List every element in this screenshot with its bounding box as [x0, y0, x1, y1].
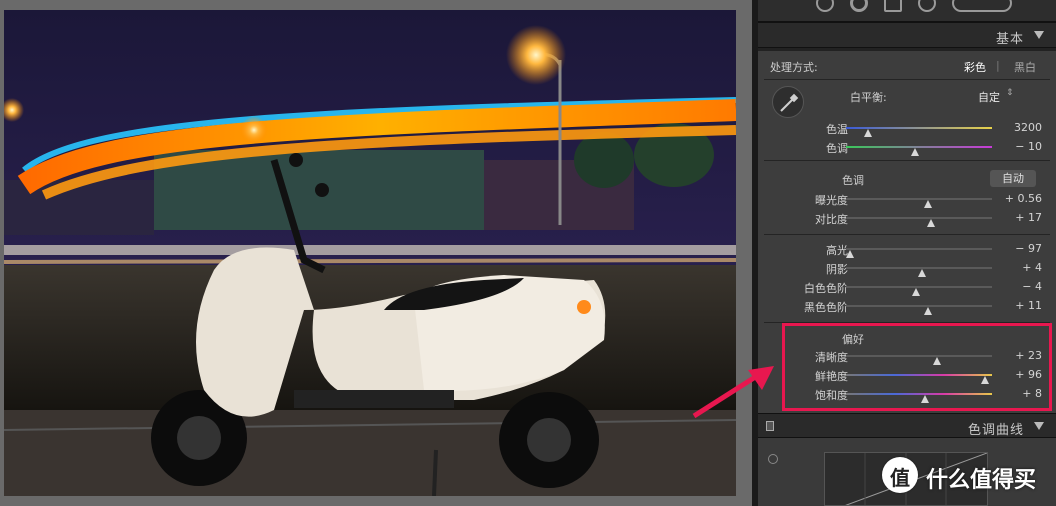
slider-row[interactable]: 白色色阶 − 4 [758, 280, 1056, 296]
basic-section-title: 基本 [995, 32, 1024, 47]
treatment-label: 处理方式: [770, 61, 818, 74]
auto-tone-button[interactable]: 自动 [990, 170, 1036, 187]
collapse-triangle-icon[interactable] [1034, 422, 1044, 430]
watermark-logo: 值 [882, 457, 918, 493]
slider-track[interactable] [846, 267, 992, 277]
slider-row[interactable]: 色调 − 10 [758, 140, 1056, 156]
slider-value[interactable]: + 4 [1002, 261, 1042, 274]
slider-thumb[interactable] [846, 250, 855, 258]
slider-row[interactable]: 高光 − 97 [758, 242, 1056, 258]
divider [764, 160, 1050, 161]
radial-filter-icon[interactable] [918, 0, 936, 12]
eyedropper-icon [780, 93, 799, 112]
white-balance-select[interactable]: 自定 [978, 89, 1000, 105]
slider-value[interactable]: − 97 [1002, 242, 1042, 255]
slider-track[interactable] [846, 248, 992, 258]
slider-track[interactable] [846, 198, 992, 208]
watermark-text: 什么值得买 [926, 468, 1037, 493]
treatment-separator: | [996, 59, 1000, 72]
tone-label: 色调 [842, 174, 864, 187]
develop-panel: 基本 处理方式: 彩色 | 黑白 白平衡: 自定 ⇕ 色温 3200 色调 − 10 … [752, 0, 1056, 506]
slider-track[interactable] [846, 286, 992, 296]
slider-label: 曝光度 [815, 194, 848, 207]
slider-label: 黑色色阶 [804, 301, 848, 314]
treatment-bw-option[interactable]: 黑白 [1014, 59, 1036, 75]
tone-curve-section-header[interactable]: 色调曲线 [758, 413, 1056, 438]
slider-row[interactable]: 黑色色阶 + 11 [758, 299, 1056, 315]
photo-preview[interactable] [4, 10, 736, 496]
slider-track[interactable] [846, 217, 992, 227]
treatment-color-option[interactable]: 彩色 [964, 59, 986, 75]
slider-thumb[interactable] [917, 269, 926, 277]
slider-thumb[interactable] [863, 129, 872, 137]
slider-thumb[interactable] [910, 148, 919, 156]
slider-label: 色温 [826, 123, 848, 136]
night-scooter-photo [4, 10, 736, 496]
tone-curve-title: 色调曲线 [967, 423, 1024, 438]
slider-value[interactable]: − 10 [1002, 140, 1042, 153]
divider [764, 79, 1050, 80]
brush-icon[interactable] [952, 0, 1012, 12]
collapse-triangle-icon[interactable] [1034, 31, 1044, 39]
slider-track[interactable] [846, 127, 992, 137]
slider-label: 对比度 [815, 213, 848, 226]
slider-value[interactable]: + 17 [1002, 211, 1042, 224]
lightroom-window: 基本 处理方式: 彩色 | 黑白 白平衡: 自定 ⇕ 色温 3200 色调 − 10 … [0, 0, 1056, 506]
slider-label: 阴影 [826, 263, 848, 276]
slider-value[interactable]: + 0.56 [1002, 192, 1042, 205]
basic-section-header[interactable]: 基本 [758, 22, 1056, 48]
slider-thumb[interactable] [923, 307, 932, 315]
slider-thumb[interactable] [912, 288, 921, 296]
white-balance-label: 白平衡: [850, 91, 887, 104]
divider [764, 234, 1050, 235]
annotation-arrow-icon [692, 366, 774, 419]
white-balance-eyedropper[interactable] [772, 86, 804, 118]
slider-track[interactable] [846, 146, 992, 156]
slider-thumb[interactable] [926, 219, 935, 227]
panel-switch-icon[interactable] [766, 421, 774, 431]
slider-value[interactable]: − 4 [1002, 280, 1042, 293]
slider-row[interactable]: 对比度 + 17 [758, 211, 1056, 227]
slider-label: 高光 [826, 244, 848, 257]
target-adjust-icon[interactable] [768, 454, 778, 464]
watermark-logo-char: 值 [890, 466, 910, 490]
slider-label: 白色色阶 [804, 282, 848, 295]
presence-highlight-box [782, 323, 1052, 411]
spot-removal-icon[interactable] [816, 0, 834, 12]
slider-row[interactable]: 色温 3200 [758, 121, 1056, 137]
red-eye-icon[interactable] [850, 0, 868, 12]
select-arrows-icon[interactable]: ⇕ [1006, 88, 1014, 98]
tool-strip [758, 0, 1056, 22]
slider-value[interactable]: 3200 [1002, 121, 1042, 134]
graduated-filter-icon[interactable] [884, 0, 902, 12]
slider-label: 色调 [826, 142, 848, 155]
slider-thumb[interactable] [923, 200, 932, 208]
slider-track[interactable] [846, 305, 992, 315]
slider-row[interactable]: 曝光度 + 0.56 [758, 192, 1056, 208]
slider-row[interactable]: 阴影 + 4 [758, 261, 1056, 277]
slider-value[interactable]: + 11 [1002, 299, 1042, 312]
